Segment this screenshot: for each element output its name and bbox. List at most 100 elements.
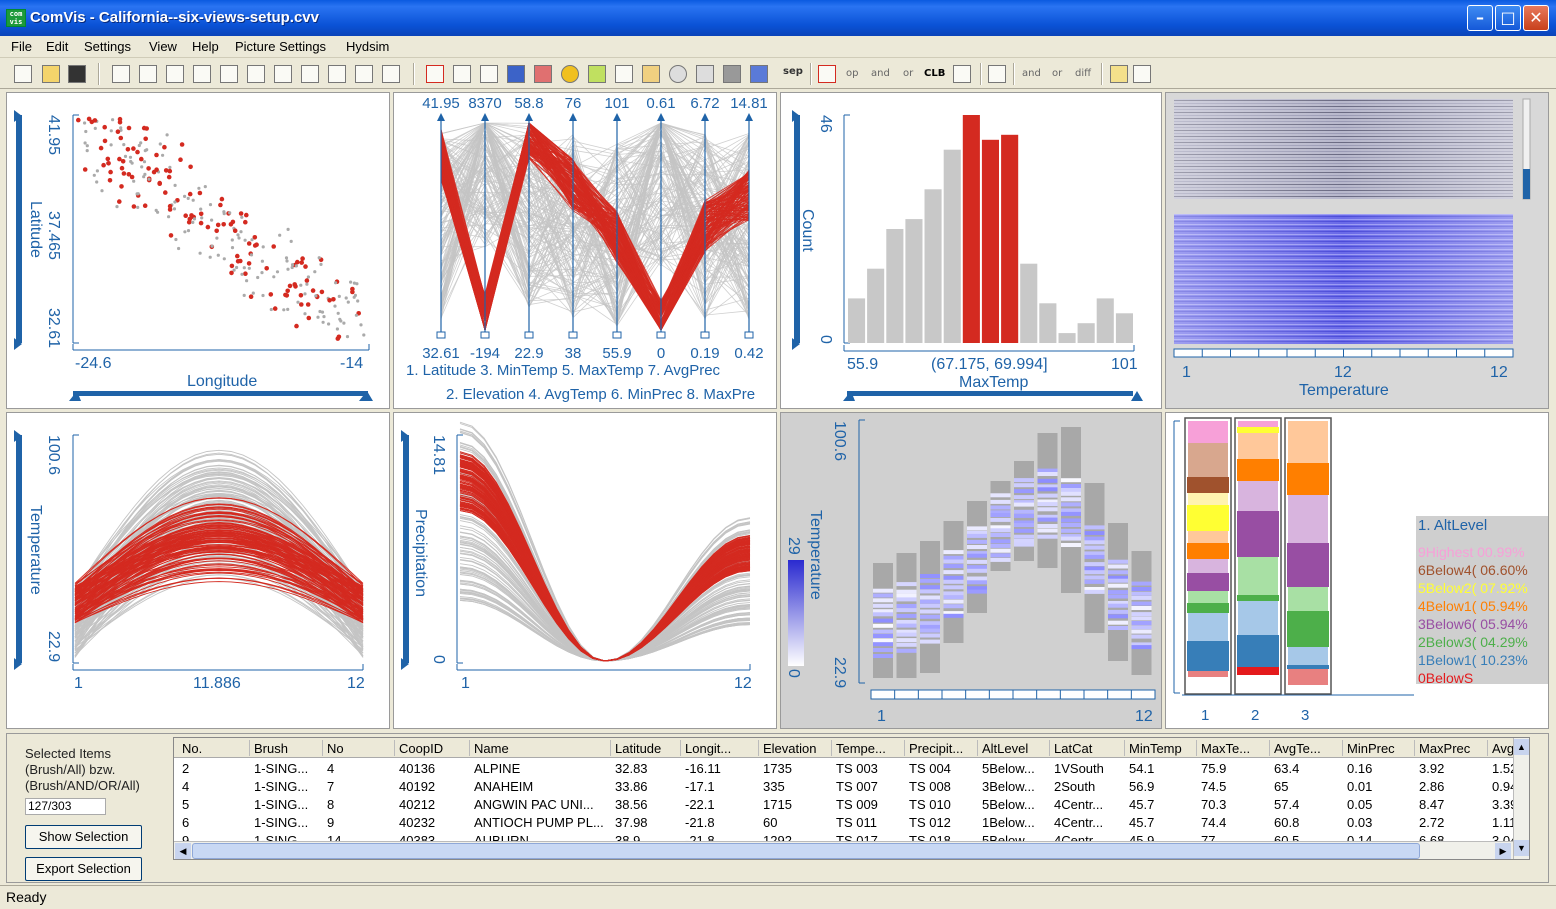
table-cell[interactable]: 56.9 — [1129, 779, 1199, 794]
table-cell[interactable]: 1735 — [763, 761, 833, 776]
histogram-icon[interactable] — [588, 65, 606, 83]
scroll-up-icon[interactable]: ▲ — [1514, 739, 1529, 755]
pixel-scrollbar[interactable] — [1523, 169, 1530, 199]
table-cell[interactable]: TS 010 — [909, 797, 979, 812]
menu-edit[interactable]: Edit — [46, 39, 68, 54]
table-cell[interactable]: 1-SING... — [254, 761, 324, 776]
texture-icon[interactable] — [723, 65, 741, 83]
menu-hydsim[interactable]: Hydsim — [346, 39, 389, 54]
table-cell[interactable]: 4 — [327, 761, 397, 776]
3d-icon[interactable] — [750, 65, 768, 83]
temperature-curves-view[interactable]: 100.6 22.9 Temperature 1 11.886 12 — [6, 412, 390, 729]
menu-picture-settings[interactable]: Picture Settings — [235, 39, 326, 54]
table-cell[interactable]: 2.86 — [1419, 779, 1489, 794]
density-boxplot-view[interactable]: 100.6 22.9 Temperature 29 0 1 12 — [780, 412, 1162, 729]
or-button[interactable]: or — [903, 68, 913, 79]
table-cell[interactable]: 5Below... — [982, 761, 1052, 776]
table-cell[interactable]: 1-SING... — [254, 815, 324, 830]
layout-8-icon[interactable] — [301, 65, 319, 83]
column-header[interactable]: MinPrec — [1347, 741, 1417, 756]
table-cell[interactable]: 8 — [327, 797, 397, 812]
table-cell[interactable]: 2South — [1054, 779, 1126, 794]
table-cell[interactable]: TS 008 — [909, 779, 979, 794]
table-cell[interactable]: 0.05 — [1347, 797, 1417, 812]
scatterplot-view[interactable]: 41.95 37.465 32.61 Latitude -24.6 -14 Lo… — [6, 92, 390, 409]
column-header[interactable]: MaxPrec — [1419, 741, 1489, 756]
column-header[interactable]: Longit... — [685, 741, 761, 756]
column-header[interactable]: Precipit... — [909, 741, 979, 756]
table-cell[interactable]: TS 007 — [836, 779, 906, 794]
column-header[interactable]: MaxTe... — [1201, 741, 1271, 756]
new-project-icon[interactable] — [14, 65, 32, 83]
layout-4-icon[interactable] — [193, 65, 211, 83]
column-header[interactable]: Brush — [254, 741, 324, 756]
column-header[interactable]: AvgTe... — [1274, 741, 1344, 756]
table-cell[interactable]: 1Below... — [982, 815, 1052, 830]
table-cell[interactable]: TS 003 — [836, 761, 906, 776]
table-cell[interactable]: 1VSouth — [1054, 761, 1126, 776]
y-axis-slider[interactable] — [16, 115, 22, 343]
pixel-view[interactable]: 1 12 12 Temperature — [1165, 92, 1549, 409]
table-cell[interactable]: 2 — [182, 761, 252, 776]
table-cell[interactable]: 60.8 — [1274, 815, 1344, 830]
column-header[interactable]: AltLevel — [982, 741, 1052, 756]
column-header[interactable]: CoopID — [399, 741, 471, 756]
column-header[interactable]: Latitude — [615, 741, 683, 756]
table-cell[interactable]: -17.1 — [685, 779, 761, 794]
menu-help[interactable]: Help — [192, 39, 219, 54]
column-header[interactable]: MinTemp — [1129, 741, 1199, 756]
table-cell[interactable]: 4Centr... — [1054, 797, 1126, 812]
show-selection-button[interactable]: Show Selection — [25, 825, 142, 849]
pie-chart-icon[interactable] — [561, 65, 579, 83]
x-axis-slider[interactable] — [73, 391, 368, 396]
table-cell[interactable]: 38.56 — [615, 797, 683, 812]
layout-1-icon[interactable] — [112, 65, 130, 83]
table-cell[interactable]: 57.4 — [1274, 797, 1344, 812]
table-cell[interactable]: 0.03 — [1347, 815, 1417, 830]
table-cell[interactable]: 4 — [182, 779, 252, 794]
maximize-button[interactable]: □ — [1495, 5, 1521, 31]
table-cell[interactable]: 40192 — [399, 779, 471, 794]
parallel-coords-icon[interactable] — [534, 65, 552, 83]
table-cell[interactable]: 45.7 — [1129, 815, 1199, 830]
axes-icon[interactable] — [480, 65, 498, 83]
table-cell[interactable]: TS 004 — [909, 761, 979, 776]
table-cell[interactable]: 3Below... — [982, 779, 1052, 794]
table-cell[interactable]: 54.1 — [1129, 761, 1199, 776]
table-cell[interactable]: 74.4 — [1201, 815, 1271, 830]
scatterplot-icon[interactable] — [453, 65, 471, 83]
area-chart-icon[interactable] — [642, 65, 660, 83]
and-combine-button[interactable]: and — [1022, 68, 1041, 79]
table-cell[interactable]: ANTIOCH PUMP PL... — [474, 815, 612, 830]
table-cell[interactable]: 0.16 — [1347, 761, 1417, 776]
table-cell[interactable]: 3.92 — [1419, 761, 1489, 776]
layout-5-icon[interactable] — [220, 65, 238, 83]
list-icon[interactable] — [1133, 65, 1151, 83]
table-cell[interactable]: 40232 — [399, 815, 471, 830]
parallel-coordinates-view[interactable]: 41.95 32.61 8370 -194 58.8 22.9 76 38 101 55.9 0.6… — [393, 92, 777, 409]
layout-6-icon[interactable] — [247, 65, 265, 83]
column-header[interactable]: No — [327, 741, 397, 756]
table-cell[interactable]: 40212 — [399, 797, 471, 812]
or-combine-button[interactable]: or — [1052, 68, 1062, 79]
table-cell[interactable]: ANAHEIM — [474, 779, 612, 794]
column-header[interactable]: No. — [182, 741, 252, 756]
close-button[interactable]: ✕ — [1523, 5, 1549, 31]
table-cell[interactable]: 5Below... — [982, 797, 1052, 812]
table-cell[interactable]: TS 011 — [836, 815, 906, 830]
menu-settings[interactable]: Settings — [84, 39, 131, 54]
table-cell[interactable]: 74.5 — [1201, 779, 1271, 794]
table-cell[interactable]: ALPINE — [474, 761, 612, 776]
scroll-right-icon[interactable]: ▶ — [1495, 843, 1511, 859]
table-cell[interactable]: 1715 — [763, 797, 833, 812]
table-cell[interactable]: TS 009 — [836, 797, 906, 812]
radial-icon[interactable] — [669, 65, 687, 83]
and-button[interactable]: and — [871, 68, 890, 79]
table-cell[interactable]: -22.1 — [685, 797, 761, 812]
layout-3-icon[interactable] — [166, 65, 184, 83]
star-icon[interactable] — [696, 65, 714, 83]
line-chart-icon[interactable] — [615, 65, 633, 83]
menu-file[interactable]: File — [11, 39, 32, 54]
horizontal-scroll-thumb[interactable] — [192, 843, 1420, 859]
table-cell[interactable]: 335 — [763, 779, 833, 794]
